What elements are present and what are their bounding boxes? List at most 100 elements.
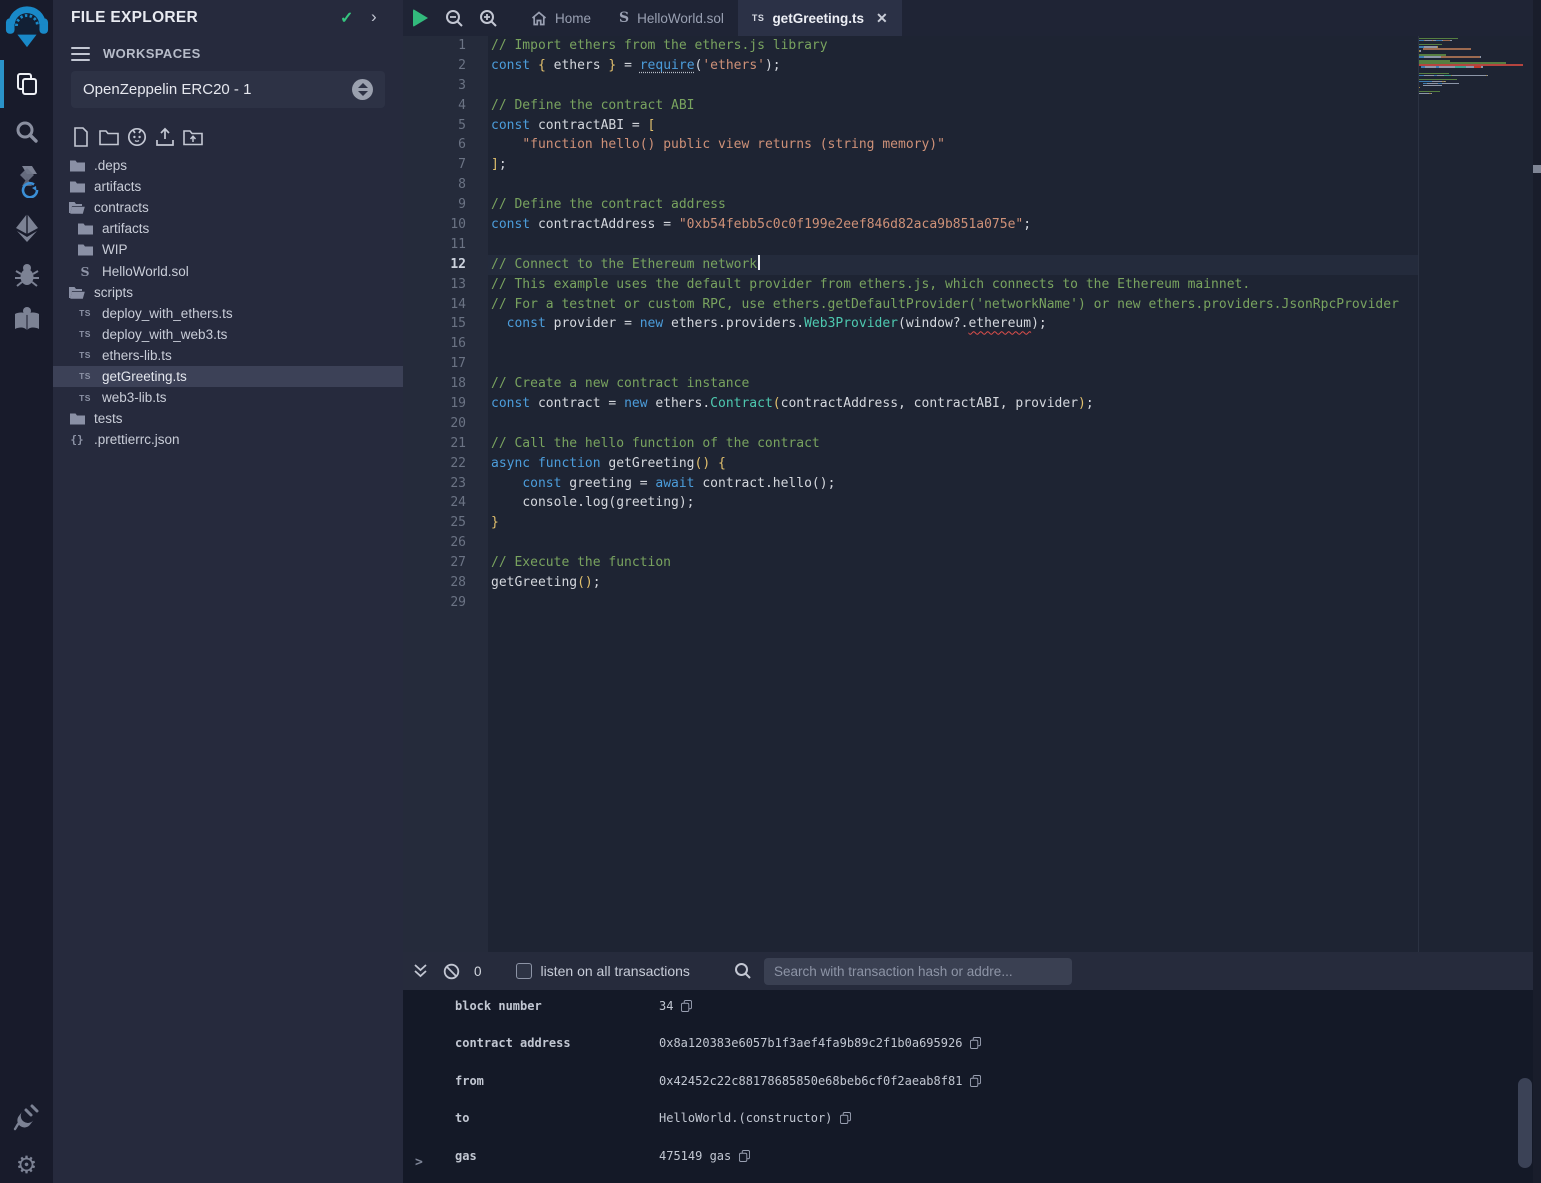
line-number[interactable]: 1 (403, 36, 488, 56)
code-line-7[interactable]: ]; (488, 155, 1418, 175)
settings-gear-icon[interactable]: ⚙ (0, 1148, 53, 1182)
line-number[interactable]: 2 (403, 56, 488, 76)
line-number[interactable]: 11 (403, 235, 488, 255)
code-line-19[interactable]: const contract = new ethers.Contract(con… (488, 394, 1418, 414)
line-number[interactable]: 14 (403, 295, 488, 315)
line-number[interactable]: 23 (403, 474, 488, 494)
line-number[interactable]: 5 (403, 116, 488, 136)
code-line-1[interactable]: // Import ethers from the ethers.js libr… (488, 36, 1418, 56)
new-file-icon[interactable] (71, 126, 91, 148)
line-number-gutter[interactable]: 1234567891011121314151617181920212223242… (403, 36, 488, 952)
line-number[interactable]: 18 (403, 374, 488, 394)
file-tree-item[interactable]: TSdeploy_with_web3.ts (53, 324, 403, 345)
line-number[interactable]: 16 (403, 334, 488, 354)
code-line-3[interactable] (488, 76, 1418, 96)
expand-chevron-icon[interactable]: › (371, 7, 377, 27)
code-line-27[interactable]: // Execute the function (488, 553, 1418, 573)
line-number[interactable]: 25 (403, 513, 488, 533)
file-explorer-icon[interactable] (0, 66, 53, 102)
debugger-icon[interactable] (0, 258, 53, 292)
code-line-4[interactable]: // Define the contract ABI (488, 96, 1418, 116)
tab-helloworld-sol[interactable]: SHelloWorld.sol (605, 0, 738, 36)
tab-getgreeting-ts[interactable]: TSgetGreeting.ts✕ (738, 0, 902, 36)
code-line-28[interactable]: getGreeting(); (488, 573, 1418, 593)
line-number[interactable]: 8 (403, 175, 488, 195)
code-line-17[interactable] (488, 354, 1418, 374)
terminal-prompt[interactable]: > (415, 1155, 423, 1170)
file-tree-item[interactable]: scripts (53, 282, 403, 303)
file-tree-item[interactable]: contracts (53, 197, 403, 218)
code-line-14[interactable]: // For a testnet or custom RPC, use ethe… (488, 295, 1418, 315)
file-tree-item[interactable]: tests (53, 408, 403, 429)
close-tab-icon[interactable]: ✕ (876, 10, 888, 27)
code-line-8[interactable] (488, 175, 1418, 195)
line-number[interactable]: 10 (403, 215, 488, 235)
zoom-out-button[interactable] (437, 0, 471, 36)
code-line-25[interactable]: } (488, 513, 1418, 533)
code-line-6[interactable]: "function hello() public view returns (s… (488, 135, 1418, 155)
code-line-13[interactable]: // This example uses the default provide… (488, 275, 1418, 295)
line-number[interactable]: 29 (403, 593, 488, 613)
file-tree-item[interactable]: artifacts (53, 218, 403, 239)
file-tree-item[interactable]: TSweb3-lib.ts (53, 387, 403, 408)
learneth-icon[interactable] (0, 302, 53, 336)
code-line-18[interactable]: // Create a new contract instance (488, 374, 1418, 394)
code-line-2[interactable]: const { ethers } = require('ethers'); (488, 56, 1418, 76)
line-number[interactable]: 15 (403, 314, 488, 334)
code-line-12[interactable]: // Connect to the Ethereum network (488, 255, 1418, 275)
line-number[interactable]: 7 (403, 155, 488, 175)
new-folder-icon[interactable] (99, 126, 119, 148)
copy-icon[interactable] (970, 1075, 981, 1087)
listen-transactions-checkbox[interactable] (516, 963, 532, 979)
file-tree-item[interactable]: artifacts (53, 176, 403, 197)
code-line-24[interactable]: console.log(greeting); (488, 493, 1418, 513)
code-line-9[interactable]: // Define the contract address (488, 195, 1418, 215)
line-number[interactable]: 22 (403, 454, 488, 474)
code-line-15[interactable]: const provider = new ethers.providers.We… (488, 314, 1418, 334)
code-line-10[interactable]: const contractAddress = "0xb54febb5c0c0f… (488, 215, 1418, 235)
code-line-21[interactable]: // Call the hello function of the contra… (488, 434, 1418, 454)
workspaces-menu-icon[interactable] (71, 47, 90, 64)
line-number[interactable]: 27 (403, 553, 488, 573)
copy-icon[interactable] (681, 1000, 692, 1012)
line-number[interactable]: 24 (403, 493, 488, 513)
line-number[interactable]: 26 (403, 533, 488, 553)
page-scrollbar-thumb[interactable] (1533, 165, 1541, 173)
code-line-11[interactable] (488, 235, 1418, 255)
page-scrollbar[interactable] (1533, 0, 1541, 1183)
plugin-manager-icon[interactable] (0, 1100, 53, 1134)
copy-icon[interactable] (970, 1037, 981, 1049)
github-clone-icon[interactable] (127, 126, 147, 148)
search-icon[interactable] (0, 116, 53, 148)
workspace-switch-icon[interactable] (352, 79, 373, 100)
code-line-29[interactable] (488, 593, 1418, 613)
line-number[interactable]: 20 (403, 414, 488, 434)
code-line-23[interactable]: const greeting = await contract.hello(); (488, 474, 1418, 494)
minimap[interactable] (1418, 36, 1533, 952)
file-tree-item[interactable]: .deps (53, 155, 403, 176)
terminal-scrollbar-thumb[interactable] (1518, 1078, 1532, 1168)
zoom-in-button[interactable] (471, 0, 505, 36)
file-tree-item[interactable]: SHelloWorld.sol (53, 260, 403, 281)
line-number[interactable]: 9 (403, 195, 488, 215)
file-tree-item[interactable]: WIP (53, 239, 403, 260)
tab-home[interactable]: Home (517, 0, 605, 36)
line-number[interactable]: 21 (403, 434, 488, 454)
file-tree-item[interactable]: TSethers-lib.ts (53, 345, 403, 366)
code-line-26[interactable] (488, 533, 1418, 553)
line-number[interactable]: 6 (403, 135, 488, 155)
code-content[interactable]: // Import ethers from the ethers.js libr… (488, 36, 1418, 952)
solidity-compiler-icon[interactable] (0, 162, 53, 200)
copy-icon[interactable] (840, 1112, 851, 1124)
line-number[interactable]: 19 (403, 394, 488, 414)
run-script-button[interactable] (403, 0, 437, 36)
upload-folder-icon[interactable] (183, 126, 203, 148)
deploy-and-run-icon[interactable] (0, 210, 53, 246)
line-number[interactable]: 28 (403, 573, 488, 593)
file-tree-item[interactable]: {}.prettierrc.json (53, 429, 403, 450)
line-number[interactable]: 12 (403, 255, 488, 275)
terminal-search-input[interactable] (764, 958, 1072, 985)
clear-console-icon[interactable] (443, 963, 460, 980)
upload-file-icon[interactable] (155, 126, 175, 148)
copy-icon[interactable] (739, 1150, 750, 1162)
